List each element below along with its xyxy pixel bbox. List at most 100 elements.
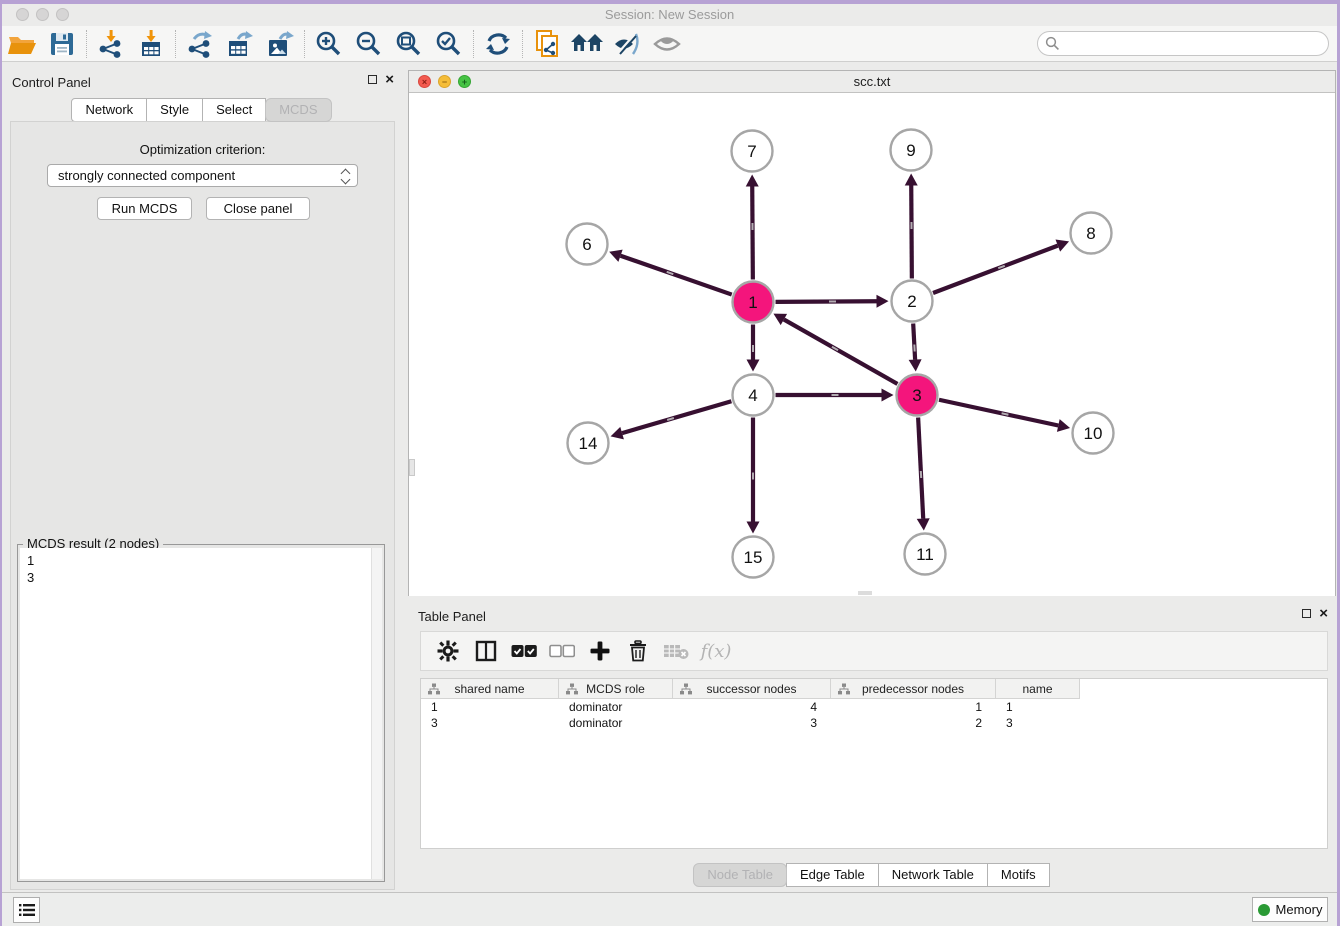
arrowhead-icon [747, 522, 760, 534]
column-header-name[interactable]: name [996, 679, 1080, 699]
show-columns-icon[interactable] [467, 636, 505, 666]
cell-shared-name[interactable]: 3 [421, 715, 559, 731]
close-panel-icon[interactable]: × [1319, 608, 1328, 619]
cell-shared-name[interactable]: 1 [421, 699, 559, 715]
edge-1-6[interactable] [621, 256, 732, 295]
zoom-out-icon[interactable] [349, 28, 389, 60]
apply-layout-icon[interactable] [478, 28, 518, 60]
open-session-icon[interactable] [2, 28, 42, 60]
hide-panels-icon[interactable] [607, 28, 647, 60]
node-label-2: 2 [907, 292, 916, 311]
splitter-grip[interactable] [409, 459, 415, 476]
close-panel-button[interactable]: Close panel [206, 197, 310, 220]
arrowhead-icon [917, 518, 930, 530]
cell-predecessor-nodes[interactable]: 2 [831, 715, 996, 731]
search-input[interactable] [1037, 31, 1329, 56]
cell-MCDS-role[interactable]: dominator [559, 715, 673, 731]
function-builder-icon[interactable]: f(x) [695, 636, 733, 666]
table-body: 1dominator4113dominator323 [421, 699, 1327, 731]
network-window-titlebar[interactable]: × − + scc.txt [409, 71, 1335, 93]
network-title: scc.txt [409, 74, 1335, 89]
node-table[interactable]: shared nameMCDS rolesuccessor nodesprede… [420, 678, 1328, 849]
cell-name[interactable]: 1 [996, 699, 1080, 715]
cell-successor-nodes[interactable]: 4 [673, 699, 831, 715]
export-image-icon[interactable] [260, 28, 300, 60]
edge-3-1[interactable] [784, 320, 898, 384]
edge-2-8[interactable] [933, 246, 1058, 293]
edge-1-7[interactable] [752, 186, 753, 279]
table-header-row: shared nameMCDS rolesuccessor nodesprede… [421, 679, 1080, 699]
node-label-8: 8 [1086, 224, 1095, 243]
tab-select[interactable]: Select [202, 98, 266, 122]
float-panel-icon[interactable] [1302, 609, 1311, 618]
toolbar-separator [304, 30, 305, 58]
delete-entries-icon[interactable] [619, 636, 657, 666]
tab-motifs[interactable]: Motifs [987, 863, 1050, 887]
edge-3-11[interactable] [918, 417, 923, 518]
column-header-successor-nodes[interactable]: successor nodes [673, 679, 831, 699]
edge-2-3[interactable] [913, 323, 915, 359]
node-label-11: 11 [916, 545, 934, 564]
tab-node-table[interactable]: Node Table [693, 863, 787, 887]
node-label-9: 9 [906, 141, 915, 160]
zoom-selected-icon[interactable] [429, 28, 469, 60]
toolbar-separator [86, 30, 87, 58]
cell-MCDS-role[interactable]: dominator [559, 699, 673, 715]
network-graph[interactable]: 7968124314101511 [409, 93, 1335, 596]
tab-mcds[interactable]: MCDS [265, 98, 331, 122]
task-history-button[interactable] [13, 897, 40, 923]
save-session-icon[interactable] [42, 28, 82, 60]
main-titlebar: Session: New Session [2, 4, 1337, 26]
table-row[interactable]: 3dominator323 [421, 715, 1327, 731]
column-header-MCDS-role[interactable]: MCDS role [559, 679, 673, 699]
zoom-in-icon[interactable] [309, 28, 349, 60]
edge-3-10[interactable] [939, 400, 1058, 426]
column-header-predecessor-nodes[interactable]: predecessor nodes [831, 679, 996, 699]
node-label-7: 7 [747, 142, 756, 161]
control-panel-tabs: NetworkStyleSelectMCDS [2, 98, 402, 122]
deselect-all-icon[interactable] [543, 636, 581, 666]
table-panel-title: Table Panel [418, 609, 486, 624]
splitter-grip[interactable] [858, 591, 872, 595]
add-entry-icon[interactable] [581, 636, 619, 666]
zoom-fit-icon[interactable] [389, 28, 429, 60]
delete-table-icon[interactable] [657, 636, 695, 666]
import-table-icon[interactable] [131, 28, 171, 60]
optimization-criterion-select[interactable]: strongly connected component [47, 164, 358, 187]
toolbar-separator [175, 30, 176, 58]
status-bar: Memory [2, 892, 1337, 926]
tab-style[interactable]: Style [146, 98, 203, 122]
export-network-icon[interactable] [180, 28, 220, 60]
cell-successor-nodes[interactable]: 3 [673, 715, 831, 731]
edge-4-14[interactable] [622, 401, 731, 433]
table-row[interactable]: 1dominator411 [421, 699, 1327, 715]
network-canvas[interactable]: 7968124314101511 [409, 93, 1335, 596]
memory-button[interactable]: Memory [1252, 897, 1328, 922]
tab-edge-table[interactable]: Edge Table [786, 863, 879, 887]
column-header-shared-name[interactable]: shared name [421, 679, 559, 699]
table-settings-icon[interactable] [429, 636, 467, 666]
tab-network[interactable]: Network [71, 98, 147, 122]
arrowhead-icon [1057, 419, 1070, 432]
close-panel-icon[interactable]: × [385, 74, 394, 85]
home-icon[interactable] [567, 28, 607, 60]
show-panels-icon[interactable] [647, 28, 687, 60]
tab-network-table[interactable]: Network Table [878, 863, 988, 887]
edge-2-9[interactable] [911, 185, 912, 278]
export-table-icon[interactable] [220, 28, 260, 60]
clone-network-icon[interactable] [527, 28, 567, 60]
mcds-panel: Optimization criterion: strongly connect… [10, 121, 395, 890]
float-panel-icon[interactable] [368, 75, 377, 84]
mcds-result-group: MCDS result (2 nodes) 1 3 [17, 544, 385, 882]
search-icon [1045, 36, 1060, 56]
arrowhead-icon [876, 295, 888, 308]
select-all-icon[interactable] [505, 636, 543, 666]
table-tabs: Node TableEdge TableNetwork TableMotifs [408, 863, 1336, 887]
cell-name[interactable]: 3 [996, 715, 1080, 731]
cell-predecessor-nodes[interactable]: 1 [831, 699, 996, 715]
import-network-icon[interactable] [91, 28, 131, 60]
mcds-result-area[interactable]: 1 3 [20, 548, 382, 879]
edge-1-2[interactable] [775, 301, 876, 302]
run-mcds-button[interactable]: Run MCDS [97, 197, 192, 220]
result-scrollbar[interactable] [371, 548, 382, 879]
